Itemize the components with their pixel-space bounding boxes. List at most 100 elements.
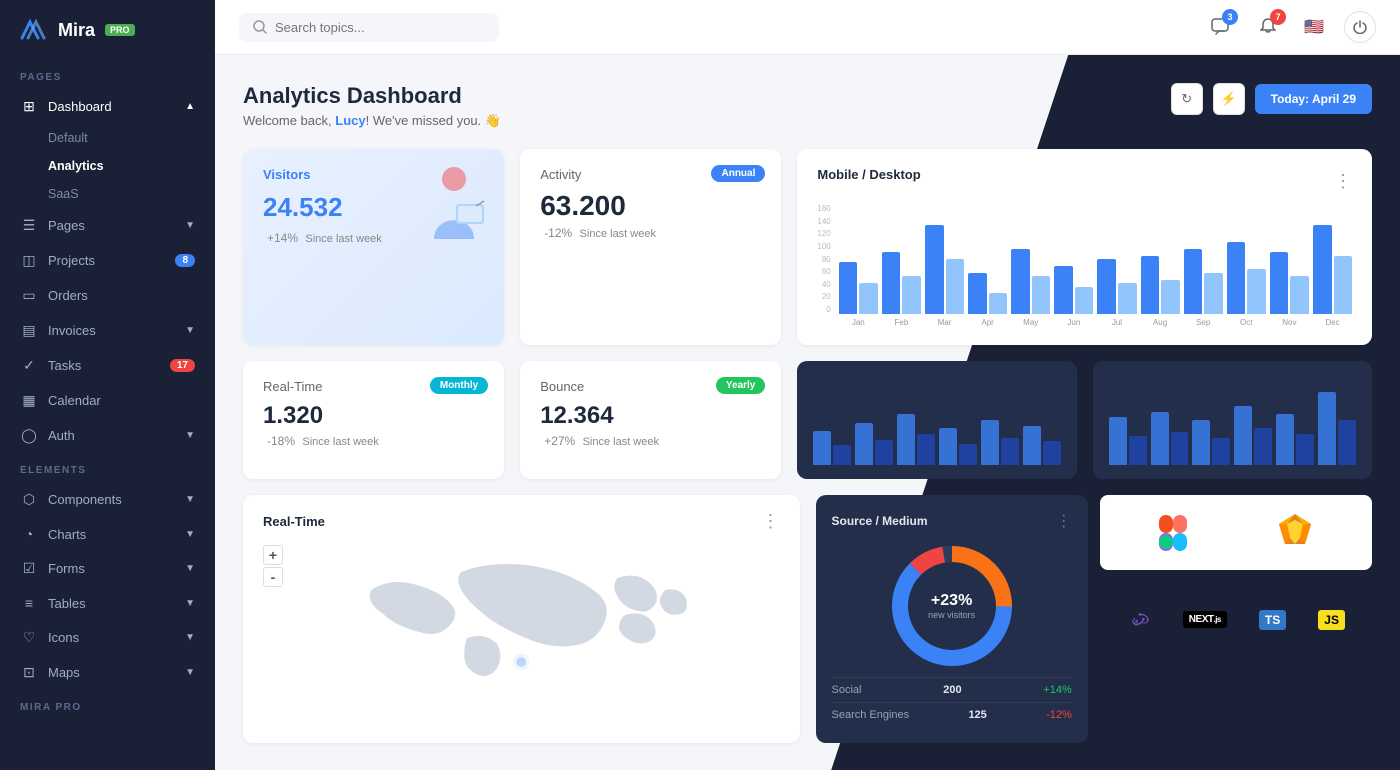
- chat-button[interactable]: 3: [1204, 11, 1236, 43]
- invoices-icon: ▤: [20, 322, 38, 339]
- flag-avatar[interactable]: 🇺🇸: [1300, 13, 1328, 41]
- donut-center: +23% new visitors: [928, 592, 975, 620]
- bell-button[interactable]: 7: [1252, 11, 1284, 43]
- dark-bar-right-chart: [1109, 375, 1356, 465]
- sidebar-item-forms-label: Forms: [48, 561, 85, 576]
- figma-svg: [1159, 515, 1187, 551]
- sidebar-item-maps[interactable]: ⊡ Maps ▼: [0, 655, 215, 690]
- sidebar-item-charts[interactable]: ◔ Charts ▼: [0, 517, 215, 551]
- figma-sketch-card: [1100, 495, 1372, 570]
- today-button[interactable]: Today: April 29: [1255, 84, 1372, 114]
- chevron-maps-icon: ▼: [185, 667, 195, 678]
- search-box[interactable]: [239, 13, 499, 42]
- tech-stack-card: NEXT.js TS JS: [1100, 582, 1372, 657]
- components-icon: ⬡: [20, 491, 38, 508]
- user-name: Lucy: [335, 113, 365, 128]
- sketch-svg: [1277, 512, 1313, 548]
- app-name: Mira: [58, 20, 95, 41]
- sidebar-item-tables[interactable]: ≡ Tables ▼: [0, 586, 215, 620]
- pages-icon: ☰: [20, 217, 38, 234]
- sidebar-item-projects[interactable]: ◫ Projects 8: [0, 243, 215, 278]
- dark-bar-chart-right: [1093, 361, 1372, 479]
- search-engines-label: Search Engines: [832, 709, 910, 721]
- y-axis: 160140120100806040200: [817, 204, 834, 314]
- mobile-desktop-card: Mobile / Desktop ⋮ 160140120100806040200: [797, 149, 1372, 345]
- redux-icon: [1127, 605, 1151, 634]
- main-area: 3 7 🇺🇸: [215, 0, 1400, 770]
- sidebar-item-icons-label: Icons: [48, 630, 79, 645]
- sidebar: Mira PRO PAGES ⊞ Dashboard ▲ Default Ana…: [0, 0, 215, 770]
- sidebar-item-components-label: Components: [48, 492, 122, 507]
- sketch-icon: [1277, 512, 1313, 553]
- donut-chart: +23% new visitors: [887, 541, 1017, 671]
- content: Analytics Dashboard Welcome back, Lucy! …: [215, 55, 1400, 770]
- power-icon: [1353, 20, 1367, 34]
- bounce-card: Bounce Yearly 12.364 +27% Since last wee…: [520, 361, 781, 479]
- content-inner: Analytics Dashboard Welcome back, Lucy! …: [215, 55, 1400, 770]
- sidebar-item-forms[interactable]: ☑ Forms ▼: [0, 551, 215, 586]
- auth-icon: ◯: [20, 427, 38, 444]
- bar-chart: [839, 204, 1352, 314]
- sidebar-item-components[interactable]: ⬡ Components ▼: [0, 482, 215, 517]
- icons-icon: ♡: [20, 629, 38, 646]
- chevron-tables-icon: ▼: [185, 598, 195, 609]
- sidebar-item-dashboard[interactable]: ⊞ Dashboard ▲: [0, 89, 215, 124]
- source-row-social: Social 200 +14%: [832, 677, 1072, 702]
- map-zoom-out[interactable]: -: [263, 567, 283, 587]
- source-tech-area: Source / Medium ⋮: [816, 495, 1373, 743]
- realtime-value: 1.320: [263, 402, 484, 430]
- sidebar-item-maps-label: Maps: [48, 665, 80, 680]
- charts-icon: ◔: [20, 526, 38, 542]
- chevron-up-icon: ▲: [185, 101, 195, 112]
- sidebar-sub-saas[interactable]: SaaS: [48, 180, 215, 208]
- mobile-desktop-menu[interactable]: ⋮: [1334, 171, 1352, 192]
- projects-icon: ◫: [20, 252, 38, 269]
- redux-svg: [1127, 605, 1151, 629]
- dashboard-submenu: Default Analytics SaaS: [0, 124, 215, 208]
- sidebar-item-icons[interactable]: ♡ Icons ▼: [0, 620, 215, 655]
- source-menu[interactable]: ⋮: [1056, 511, 1072, 531]
- map-controls: + -: [263, 545, 283, 587]
- sidebar-item-invoices[interactable]: ▤ Invoices ▼: [0, 313, 215, 348]
- sidebar-item-auth[interactable]: ◯ Auth ▼: [0, 418, 215, 453]
- mira-pro-section-label: MIRA PRO: [0, 690, 215, 719]
- sidebar-item-tasks[interactable]: ✓ Tasks 17: [0, 348, 215, 383]
- calendar-icon: ▦: [20, 392, 38, 409]
- sidebar-item-orders[interactable]: ▭ Orders: [0, 278, 215, 313]
- sidebar-sub-default[interactable]: Default: [48, 124, 215, 152]
- sidebar-sub-analytics[interactable]: Analytics: [48, 152, 215, 180]
- chevron-down-icon: ▼: [185, 220, 195, 231]
- header: 3 7 🇺🇸: [215, 0, 1400, 55]
- social-value: 200: [943, 684, 961, 696]
- sidebar-item-pages[interactable]: ☰ Pages ▼: [0, 208, 215, 243]
- social-change: +14%: [1043, 684, 1071, 696]
- bounce-value: 12.364: [540, 402, 761, 430]
- map-zoom-in[interactable]: +: [263, 545, 283, 565]
- logo-icon: [20, 18, 50, 42]
- refresh-button[interactable]: ↻: [1171, 83, 1203, 115]
- realtime-map-menu[interactable]: ⋮: [762, 511, 780, 532]
- source-medium-card: Source / Medium ⋮: [816, 495, 1088, 743]
- forms-icon: ☑: [20, 560, 38, 577]
- header-right: 3 7 🇺🇸: [1204, 11, 1376, 43]
- activity-change: -12% Since last week: [540, 226, 761, 240]
- bounce-badge: Yearly: [716, 377, 765, 394]
- pages-section-label: PAGES: [0, 60, 215, 89]
- realtime-label: Real-Time: [263, 379, 322, 394]
- mobile-desktop-title: Mobile / Desktop: [817, 167, 920, 182]
- figma-icon: [1159, 515, 1187, 551]
- sidebar-item-invoices-label: Invoices: [48, 323, 96, 338]
- power-button[interactable]: [1344, 11, 1376, 43]
- visitors-illustration: [414, 159, 494, 254]
- chart-spacer: [797, 361, 1372, 479]
- search-input[interactable]: [275, 20, 475, 35]
- chevron-charts-icon: ▼: [185, 529, 195, 540]
- typescript-icon: TS: [1259, 610, 1286, 630]
- sidebar-item-dashboard-label: Dashboard: [48, 99, 112, 114]
- chevron-auth-icon: ▼: [185, 430, 195, 441]
- realtime-badge: Monthly: [430, 377, 488, 394]
- filter-button[interactable]: ⚡: [1213, 83, 1245, 115]
- sidebar-item-calendar[interactable]: ▦ Calendar: [0, 383, 215, 418]
- page-title-area: Analytics Dashboard Welcome back, Lucy! …: [243, 83, 501, 129]
- pro-badge: PRO: [105, 24, 135, 36]
